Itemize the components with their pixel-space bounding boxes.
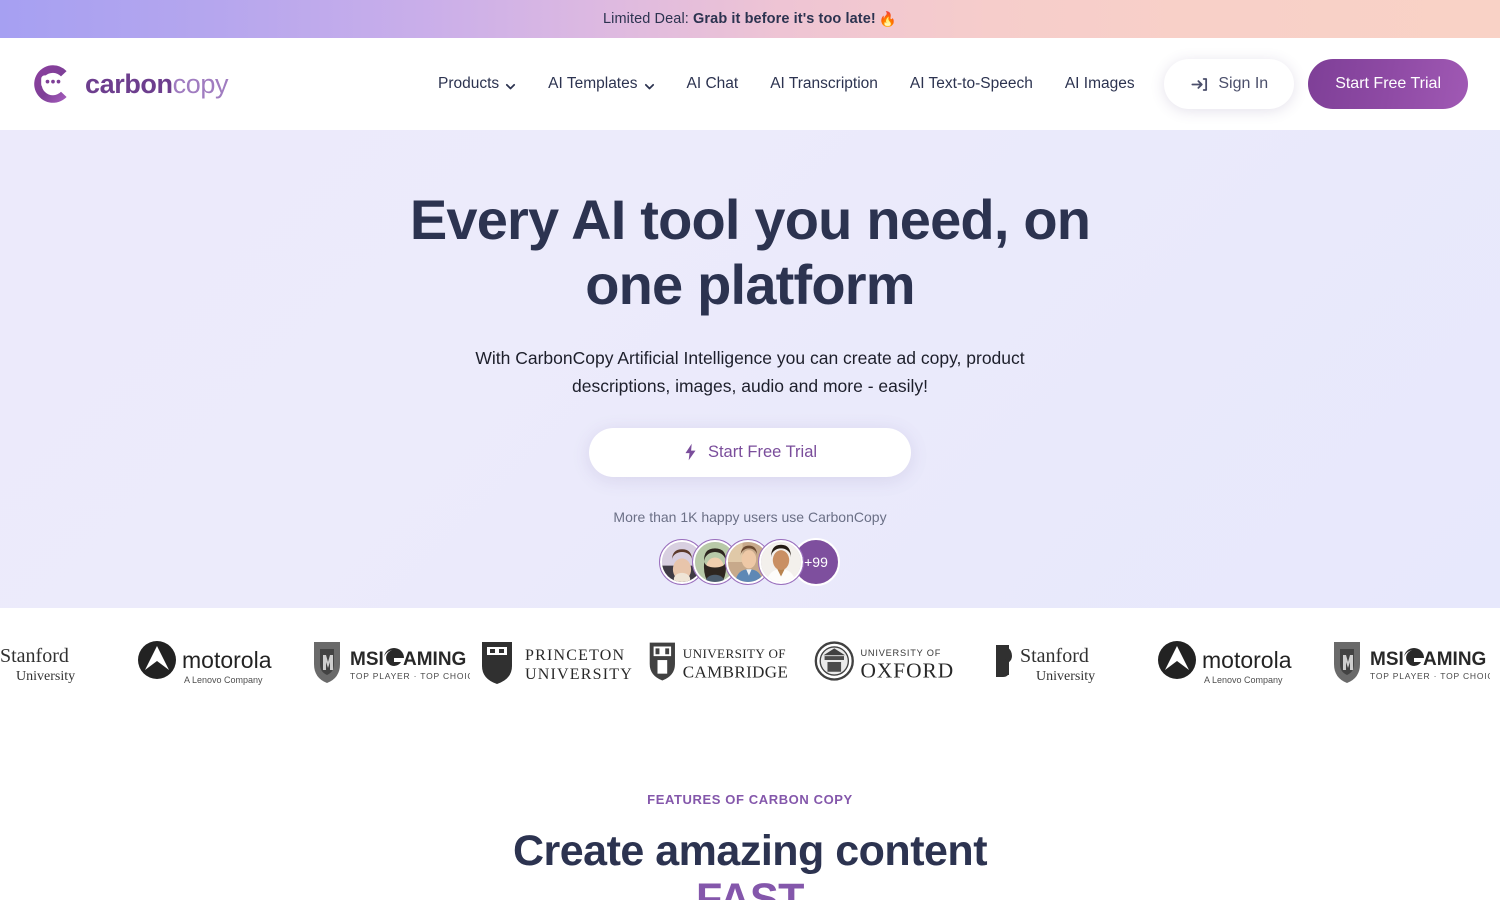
brand-word-bold: carbon bbox=[85, 68, 173, 99]
nav-item-label: AI Templates bbox=[548, 75, 638, 92]
promo-strong-text: Grab it before it's too late! bbox=[693, 11, 876, 27]
svg-text:UNIVERSITY: UNIVERSITY bbox=[525, 666, 633, 683]
features-title-line1: Create amazing content bbox=[512, 827, 988, 875]
nav-item-ai-images[interactable]: AI Images bbox=[1065, 69, 1151, 99]
svg-text:Stanford: Stanford bbox=[1020, 645, 1089, 667]
svg-text:A Lenovo Company: A Lenovo Company bbox=[1204, 675, 1283, 685]
promo-banner[interactable]: Limited Deal: Grab it before it's too la… bbox=[0, 0, 1500, 38]
svg-text:OXFORD: OXFORD bbox=[861, 659, 955, 683]
svg-text:AMING: AMING bbox=[403, 649, 466, 670]
logo-motorola: motorola A Lenovo Company bbox=[130, 627, 300, 697]
svg-text:UNIVERSITY OF: UNIVERSITY OF bbox=[683, 646, 786, 661]
svg-text:UNIVERSITY OF: UNIVERSITY OF bbox=[861, 648, 942, 658]
lightning-bolt-icon bbox=[683, 443, 698, 461]
nav-item-ai-text-to-speech[interactable]: AI Text-to-Speech bbox=[910, 69, 1049, 99]
nav-item-label: AI Images bbox=[1064, 75, 1135, 92]
sign-in-button[interactable]: Sign In bbox=[1164, 59, 1295, 109]
features-eyebrow: Features of Carbon Copy bbox=[647, 792, 853, 807]
logo-msi-gaming: MSI AMING TOP PLAYER · TOP CHOICE bbox=[300, 627, 470, 697]
logo-stanford: Stanford University bbox=[980, 627, 1150, 697]
svg-text:motorola: motorola bbox=[182, 647, 272, 673]
svg-text:CAMBRIDGE: CAMBRIDGE bbox=[683, 663, 789, 682]
carboncopy-speech-bubble-logo-icon bbox=[32, 63, 74, 105]
page-title: Every AI tool you need, on one platform bbox=[409, 188, 1091, 316]
chevron-down-icon bbox=[644, 79, 655, 90]
nav-item-ai-templates[interactable]: AI Templates bbox=[548, 69, 670, 99]
svg-text:TOP PLAYER · TOP CHOICE: TOP PLAYER · TOP CHOICE bbox=[350, 671, 470, 681]
svg-text:University: University bbox=[16, 669, 75, 684]
svg-text:MSI: MSI bbox=[350, 649, 384, 670]
avatar bbox=[758, 538, 804, 585]
hero-cta-label: Start Free Trial bbox=[707, 442, 818, 461]
brand-wordmark: carboncopy bbox=[85, 68, 229, 99]
svg-text:MSI: MSI bbox=[1370, 649, 1404, 670]
logo-msi-gaming: MSI AMING TOP PLAYER · TOP CHOICE bbox=[1320, 627, 1490, 697]
promo-lead-text: Limited Deal: bbox=[602, 11, 689, 27]
main-navigation: Products AI Templates AI Chat AI Transcr… bbox=[438, 69, 1151, 99]
svg-text:Stanford: Stanford bbox=[0, 645, 69, 667]
features-title-accent: FAST bbox=[696, 875, 804, 900]
hero-subtitle: With CarbonCopy Artificial Intelligence … bbox=[475, 347, 1025, 397]
logo-stanford: Stanford University bbox=[0, 627, 130, 697]
svg-text:University: University bbox=[1036, 669, 1095, 684]
client-logo-marquee: Stanford University motorola A Lenovo Co… bbox=[0, 608, 1500, 716]
nav-item-ai-chat[interactable]: AI Chat bbox=[687, 69, 755, 99]
logo-cambridge: UNIVERSITY OF CAMBRIDGE bbox=[640, 627, 810, 697]
svg-text:TOP PLAYER · TOP CHOICE: TOP PLAYER · TOP CHOICE bbox=[1370, 671, 1490, 681]
hero-section: Every AI tool you need, on one platform … bbox=[0, 130, 1500, 608]
features-section: Features of Carbon Copy Create amazing c… bbox=[0, 716, 1500, 900]
logo-princeton: PRINCETON UNIVERSITY bbox=[1490, 627, 1500, 697]
nav-item-label: AI Transcription bbox=[770, 75, 878, 92]
brand-word-light: copy bbox=[172, 68, 229, 99]
logo-princeton: PRINCETON UNIVERSITY bbox=[470, 627, 640, 697]
avatar-group: +99 bbox=[659, 537, 840, 586]
header-actions: Sign In Start Free Trial bbox=[1164, 59, 1468, 109]
features-title: Create amazing content FAST bbox=[512, 827, 988, 900]
login-icon bbox=[1190, 75, 1209, 94]
svg-text:A Lenovo Company: A Lenovo Company bbox=[184, 675, 263, 685]
nav-item-label: AI Chat bbox=[686, 75, 739, 92]
social-proof-text: More than 1K happy users use CarbonCopy bbox=[613, 508, 887, 525]
brand-logo[interactable]: carboncopy bbox=[32, 63, 228, 105]
svg-text:AMING: AMING bbox=[1423, 649, 1486, 670]
sign-in-label: Sign In bbox=[1218, 75, 1269, 92]
logo-oxford: UNIVERSITY OF OXFORD bbox=[810, 627, 980, 697]
nav-item-products[interactable]: Products bbox=[438, 69, 532, 99]
site-header: carboncopy Products AI Templates AI Chat… bbox=[0, 38, 1500, 130]
start-free-trial-hero-button[interactable]: Start Free Trial bbox=[589, 427, 911, 477]
logo-motorola: motorola A Lenovo Company bbox=[1150, 627, 1320, 697]
svg-text:PRINCETON: PRINCETON bbox=[525, 647, 625, 664]
svg-text:motorola: motorola bbox=[1202, 647, 1292, 673]
nav-item-label: Products bbox=[438, 75, 500, 92]
start-free-trial-header-button[interactable]: Start Free Trial bbox=[1308, 59, 1468, 109]
fire-emoji-icon: 🔥 bbox=[878, 11, 897, 28]
chevron-down-icon bbox=[505, 79, 516, 90]
nav-item-label: AI Text-to-Speech bbox=[909, 75, 1033, 92]
nav-item-ai-transcription[interactable]: AI Transcription bbox=[770, 69, 894, 99]
logo-track: Stanford University motorola A Lenovo Co… bbox=[0, 627, 1500, 697]
